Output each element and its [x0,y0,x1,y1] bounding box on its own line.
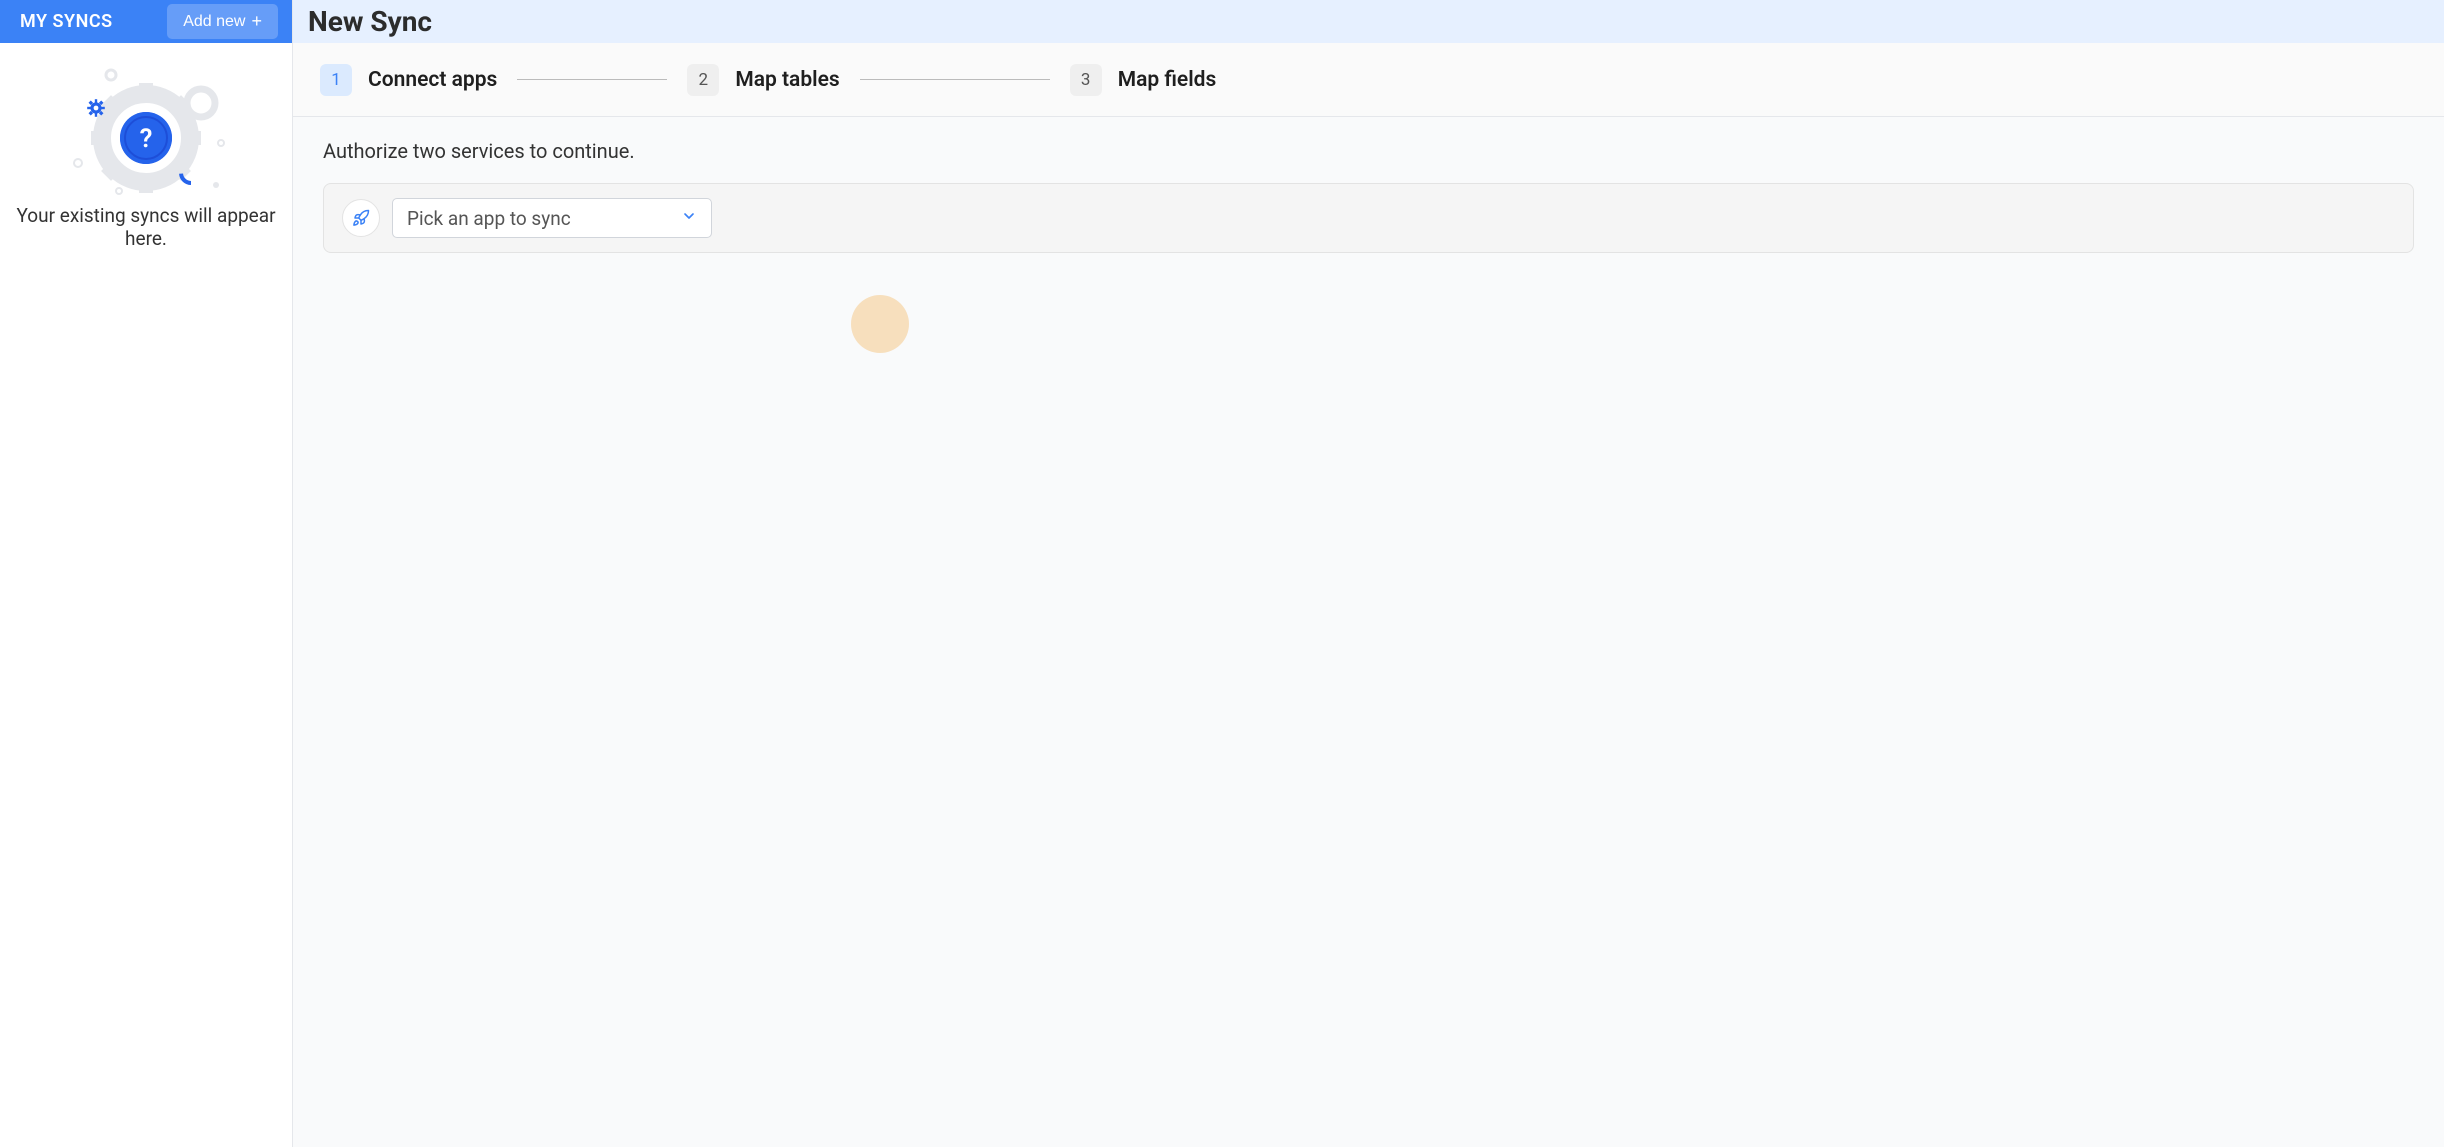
app-select-placeholder: Pick an app to sync [407,207,571,230]
content-area: Authorize two services to continue. Pick… [293,117,2444,1147]
step-label-3: Map fields [1118,68,1217,92]
app-select-dropdown[interactable]: Pick an app to sync [392,198,712,238]
step-label-1: Connect apps [368,68,497,92]
sidebar-title: MY SYNCS [20,11,113,32]
step-connector [860,79,1050,80]
setup-stepper: 1 Connect apps 2 Map tables 3 Map fields [293,43,2444,117]
add-new-sync-button[interactable]: Add new + [167,4,278,39]
page-title: New Sync [308,5,432,38]
app-picker-panel: Pick an app to sync [323,183,2414,253]
step-connector [517,79,667,80]
step-map-tables[interactable]: 2 Map tables [687,64,839,96]
step-label-2: Map tables [735,68,839,92]
chevron-down-icon [681,208,697,228]
step-map-fields[interactable]: 3 Map fields [1070,64,1217,96]
svg-text:?: ? [140,124,153,154]
step-connect-apps[interactable]: 1 Connect apps [320,64,497,96]
rocket-icon [342,199,380,237]
header-bar: New Sync [293,0,2444,43]
step-number-3: 3 [1070,64,1102,96]
plus-icon: + [251,11,262,32]
step-number-2: 2 [687,64,719,96]
step-number-1: 1 [320,64,352,96]
highlight-indicator-icon [851,295,909,353]
main-content: New Sync 1 Connect apps 2 Map tables 3 M… [293,0,2444,1147]
sidebar: MY SYNCS Add new + ? [0,0,293,1147]
sidebar-header: MY SYNCS Add new + [0,0,292,43]
gears-illustration-icon: ? ? [46,63,246,198]
syncs-empty-state: ? ? [0,43,292,250]
empty-state-text: Your existing syncs will appear here. [0,204,292,250]
add-new-label: Add new [183,13,245,31]
instruction-text: Authorize two services to continue. [323,139,2444,163]
